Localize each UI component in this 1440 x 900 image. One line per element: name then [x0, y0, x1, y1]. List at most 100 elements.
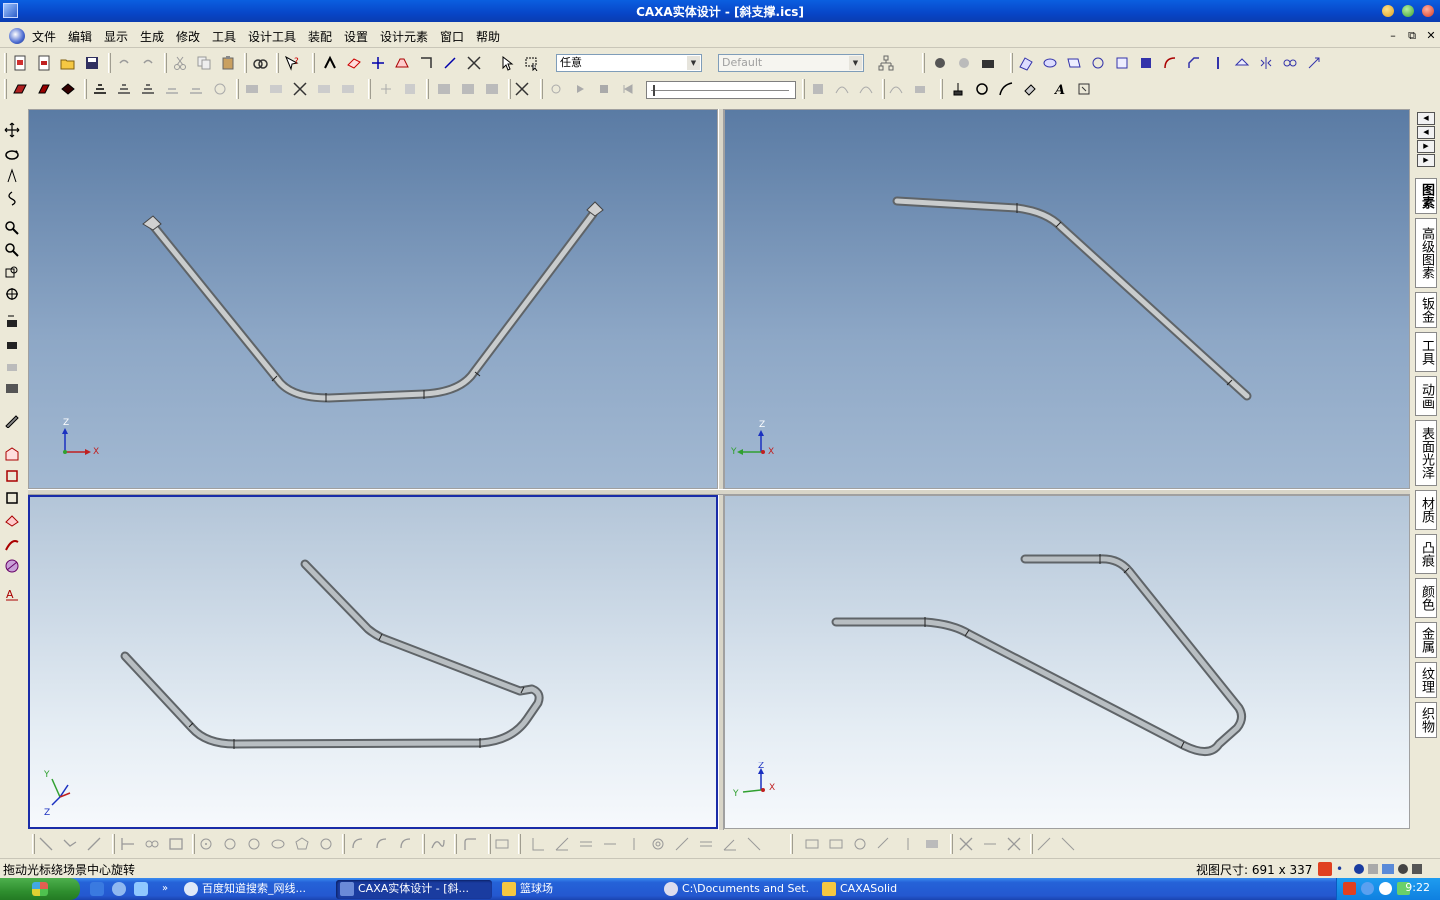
- ellipse-icon[interactable]: [270, 836, 286, 852]
- menu-help[interactable]: 帮助: [476, 28, 500, 45]
- dropdown-arrow-icon[interactable]: ▼: [849, 56, 862, 70]
- viewport-splitter-vertical[interactable]: [718, 109, 724, 830]
- tab-texture[interactable]: 纹理: [1415, 662, 1437, 698]
- tab-metal[interactable]: 金属: [1415, 622, 1437, 658]
- offset-sketch-icon[interactable]: [876, 836, 892, 852]
- polygon-icon[interactable]: [294, 836, 310, 852]
- maximize-icon[interactable]: [1402, 5, 1414, 17]
- revolve-icon[interactable]: [36, 81, 52, 97]
- taskbar-item-documents[interactable]: C:\Documents and Set...: [660, 880, 810, 899]
- face-move-icon[interactable]: [1042, 55, 1058, 71]
- boolean-tools-icon[interactable]: [292, 81, 308, 97]
- boolean-subtract-icon[interactable]: [268, 81, 284, 97]
- camera-disabled-icon[interactable]: [4, 358, 20, 374]
- text-tool-icon[interactable]: A: [1052, 81, 1068, 97]
- tab-tools[interactable]: 工具: [1415, 332, 1437, 372]
- highlight-icon[interactable]: [4, 412, 20, 428]
- taskbar-item-baidu[interactable]: 百度知道搜索_网线...: [180, 880, 330, 899]
- tab-animation[interactable]: 动画: [1415, 376, 1437, 416]
- anim-record-icon[interactable]: [548, 81, 564, 97]
- pan-icon[interactable]: [4, 122, 20, 138]
- menu-file[interactable]: 文件: [32, 28, 56, 45]
- transform-tool-icon[interactable]: [418, 55, 434, 71]
- viewport-isometric-active[interactable]: Y Z: [28, 495, 718, 829]
- punctuation-icon[interactable]: [1368, 864, 1378, 874]
- loft-profile-icon[interactable]: [140, 81, 156, 97]
- arc-3-icon[interactable]: [398, 836, 414, 852]
- minimize-icon[interactable]: [1382, 5, 1394, 17]
- taskbar-item-caxasolid[interactable]: CAXASolid: [818, 880, 968, 899]
- menu-modify[interactable]: 修改: [176, 28, 200, 45]
- menu-design-elements[interactable]: 设计元素: [380, 28, 428, 45]
- split-icon[interactable]: [1210, 55, 1226, 71]
- window-select-icon[interactable]: [524, 55, 540, 71]
- user-icon[interactable]: [1398, 864, 1408, 874]
- animation-slider[interactable]: [646, 81, 796, 99]
- attach-point-icon[interactable]: [950, 81, 966, 97]
- cut-icon[interactable]: [172, 55, 188, 71]
- curve-sketch-icon[interactable]: [4, 536, 20, 552]
- menu-assembly[interactable]: 装配: [308, 28, 332, 45]
- rectangle-sketch-icon[interactable]: [4, 468, 20, 484]
- sweep-icon[interactable]: [60, 81, 76, 97]
- draw-curve-icon[interactable]: [998, 81, 1014, 97]
- plane-tool-icon[interactable]: [346, 55, 362, 71]
- point-line-icon[interactable]: [120, 836, 136, 852]
- dimension-icon[interactable]: [530, 836, 546, 852]
- angle-constraint-icon[interactable]: [722, 836, 738, 852]
- sogou-ime-icon[interactable]: [1318, 862, 1332, 876]
- zoom-extents-icon[interactable]: [4, 264, 20, 280]
- paste-icon[interactable]: [220, 55, 236, 71]
- axis-tool-icon[interactable]: [370, 55, 386, 71]
- surface-tool-icon[interactable]: [394, 55, 410, 71]
- scale-icon[interactable]: [1306, 55, 1322, 71]
- parallel-icon[interactable]: [578, 836, 594, 852]
- tab-surface-finish[interactable]: 表面光泽: [1415, 420, 1437, 486]
- star-icon[interactable]: [318, 836, 334, 852]
- block-3-icon[interactable]: [484, 81, 500, 97]
- tab-primitives[interactable]: 图素: [1415, 178, 1437, 214]
- tab-last-icon[interactable]: ▶: [1417, 154, 1435, 167]
- cross-icon[interactable]: [1006, 836, 1022, 852]
- chinese-mode-icon[interactable]: •: [1336, 862, 1350, 876]
- tab-material[interactable]: 材质: [1415, 490, 1437, 530]
- loft-icon[interactable]: [92, 81, 108, 97]
- bezier-icon[interactable]: [144, 836, 160, 852]
- browser-quicklaunch-icon[interactable]: [112, 882, 126, 896]
- mirror-sketch-icon[interactable]: [900, 836, 916, 852]
- walk-icon[interactable]: [4, 168, 20, 184]
- redo-icon[interactable]: [140, 55, 156, 71]
- volume-tray-icon[interactable]: [1379, 882, 1392, 895]
- keyboard-icon[interactable]: [1382, 864, 1394, 874]
- tab-color[interactable]: 颜色: [1415, 578, 1437, 618]
- anim-key-icon[interactable]: [858, 81, 874, 97]
- polyline-icon[interactable]: [62, 836, 78, 852]
- arc-2-icon[interactable]: [374, 836, 390, 852]
- text-sketch-icon[interactable]: A: [4, 586, 20, 602]
- light-icon[interactable]: [956, 55, 972, 71]
- close-icon[interactable]: [1422, 5, 1434, 17]
- concentric-icon[interactable]: [650, 836, 666, 852]
- slider-thumb[interactable]: [653, 85, 655, 96]
- shell-icon[interactable]: [1138, 55, 1154, 71]
- save-icon[interactable]: [84, 55, 100, 71]
- viewport-splitter-horizontal[interactable]: [28, 489, 1410, 495]
- fillet-icon[interactable]: [1162, 55, 1178, 71]
- viewport-front[interactable]: Z X: [28, 109, 718, 489]
- finish-sketch-icon[interactable]: [1060, 836, 1076, 852]
- arc-1-icon[interactable]: [350, 836, 366, 852]
- menu-tools[interactable]: 工具: [212, 28, 236, 45]
- camera-pan-icon[interactable]: [4, 314, 20, 330]
- menu-view[interactable]: 显示: [104, 28, 128, 45]
- tangent-icon[interactable]: [674, 836, 690, 852]
- hand-tool-icon[interactable]: [974, 81, 990, 97]
- ime-toolbar[interactable]: •: [1318, 861, 1440, 877]
- chamfer-icon[interactable]: [1186, 55, 1202, 71]
- annotate-icon[interactable]: [1076, 81, 1092, 97]
- menu-window[interactable]: 窗口: [440, 28, 464, 45]
- document-menu-icon[interactable]: [9, 28, 25, 44]
- help-pointer-icon[interactable]: ?: [284, 55, 300, 71]
- menu-design-tools[interactable]: 设计工具: [248, 28, 296, 45]
- snap-toggle-icon[interactable]: [514, 81, 530, 97]
- taskbar-item-basketball[interactable]: 篮球场: [498, 880, 648, 899]
